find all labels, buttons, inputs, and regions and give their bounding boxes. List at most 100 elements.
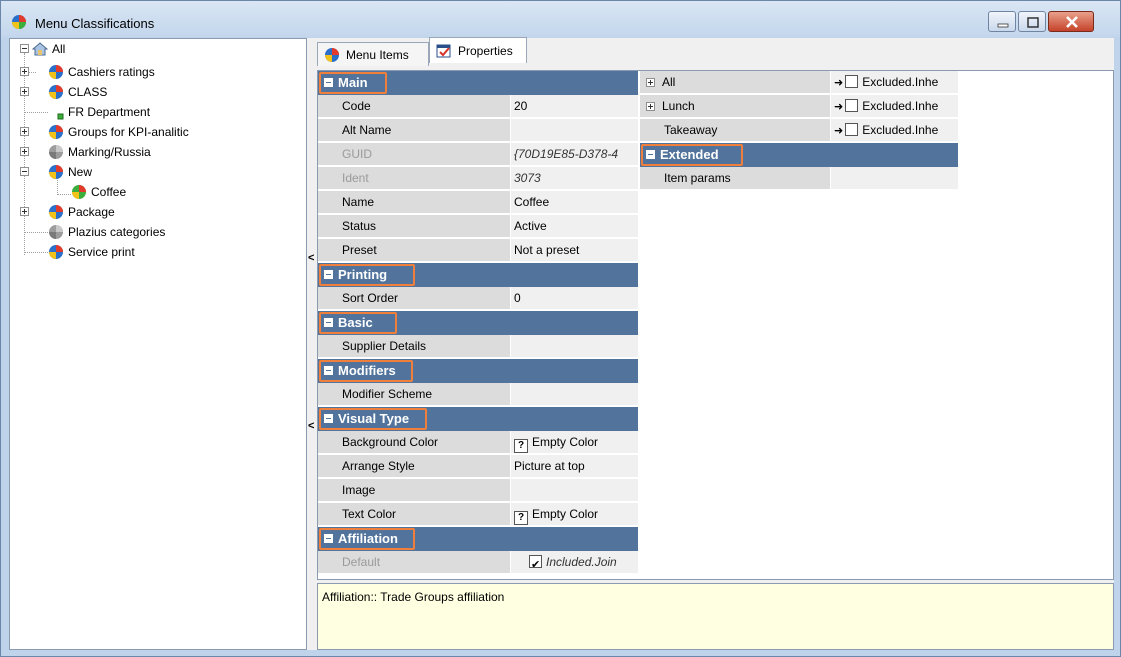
tree-item-service-print[interactable]: Service print <box>48 243 135 261</box>
color-picker-icon[interactable]: ? <box>514 511 528 525</box>
property-value[interactable] <box>510 383 638 406</box>
affiliation-row-all[interactable]: All ➜ Excluded.Inhe <box>640 71 958 95</box>
tree-item-marking-russia[interactable]: Marking/Russia <box>48 143 151 161</box>
highlight-box <box>319 528 415 550</box>
tree-item-label: Groups for KPI-analitic <box>68 125 189 139</box>
tree-expand-cashiers-ratings[interactable] <box>20 67 29 76</box>
property-name: Arrange Style <box>318 455 510 478</box>
expand-icon[interactable] <box>646 102 655 111</box>
property-value[interactable]: Included.Join <box>510 551 638 574</box>
property-value[interactable]: Picture at top <box>510 455 638 478</box>
collapse-left-icon[interactable]: < <box>308 252 314 264</box>
tree-line <box>24 252 48 253</box>
property-ident: Ident 3073 <box>318 167 638 191</box>
tree-expand-marking-russia[interactable] <box>20 147 29 156</box>
property-value[interactable]: ? Empty Color <box>510 431 638 454</box>
tree-expand-class[interactable] <box>20 87 29 96</box>
property-value[interactable] <box>510 335 638 358</box>
category-icon <box>49 245 63 259</box>
category-affiliation[interactable]: Affiliation <box>318 527 638 551</box>
affiliation-row-lunch[interactable]: Lunch ➜ Excluded.Inhe <box>640 95 958 119</box>
category-basic[interactable]: Basic <box>318 311 638 335</box>
home-icon <box>32 42 48 56</box>
property-value[interactable] <box>510 119 638 142</box>
property-name: Code <box>318 95 510 118</box>
tree-item-package[interactable]: Package <box>48 203 115 221</box>
tab-label: Menu Items <box>346 47 409 62</box>
property-item-params[interactable]: Item params <box>640 167 958 191</box>
expand-icon[interactable] <box>646 78 655 87</box>
property-image[interactable]: Image <box>318 479 638 503</box>
tree-item-plazius-categories[interactable]: Plazius categories <box>48 223 165 241</box>
property-value[interactable]: 0 <box>510 287 638 310</box>
excluded-checkbox[interactable] <box>845 123 859 136</box>
property-status[interactable]: Status Active <box>318 215 638 239</box>
color-picker-icon[interactable]: ? <box>514 439 528 453</box>
excluded-checkbox[interactable] <box>845 99 859 112</box>
category-gray-icon <box>49 145 63 159</box>
property-description-panel: Affiliation:: Trade Groups affiliation <box>317 583 1114 650</box>
tree-item-label: FR Department <box>68 105 151 119</box>
property-background-color[interactable]: Background Color ? Empty Color <box>318 431 638 455</box>
property-alt-name[interactable]: Alt Name <box>318 119 638 143</box>
tab-menu-items[interactable]: Menu Items <box>317 42 429 66</box>
property-modifier-scheme[interactable]: Modifier Scheme <box>318 383 638 407</box>
tree-item-label: All <box>52 42 66 56</box>
tab-properties[interactable]: Properties <box>429 37 527 63</box>
property-sort-order[interactable]: Sort Order 0 <box>318 287 638 311</box>
property-name: Modifier Scheme <box>318 383 510 406</box>
category-extended[interactable]: Extended <box>640 143 958 167</box>
tree-item-coffee[interactable]: Coffee <box>71 183 127 201</box>
category-icon <box>49 65 63 79</box>
tree-collapse-all[interactable] <box>20 44 29 53</box>
tree-item-new[interactable]: New <box>48 163 92 181</box>
excluded-checkbox[interactable] <box>845 75 859 88</box>
title-bar[interactable]: Menu Classifications <box>1 1 1120 37</box>
tree-item-all[interactable]: All <box>32 40 65 58</box>
property-name-field[interactable]: Name Coffee <box>318 191 638 215</box>
category-modifiers[interactable]: Modifiers <box>318 359 638 383</box>
color-value: Empty Color <box>532 507 599 521</box>
classification-tree[interactable]: All Cashiers ratings CLASS FR Department <box>9 38 307 650</box>
property-value[interactable] <box>510 479 638 502</box>
tree-item-class[interactable]: CLASS <box>48 83 107 101</box>
client-area: All Cashiers ratings CLASS FR Department <box>9 37 1114 650</box>
tree-item-cashiers-ratings[interactable]: Cashiers ratings <box>48 63 155 81</box>
property-text-color[interactable]: Text Color ? Empty Color <box>318 503 638 527</box>
tree-expand-package[interactable] <box>20 207 29 216</box>
property-value[interactable]: Coffee <box>510 191 638 214</box>
included-checkbox[interactable] <box>529 554 542 573</box>
department-icon <box>57 113 64 120</box>
property-value[interactable]: Not a preset <box>510 239 638 262</box>
category-visual-type[interactable]: Visual Type <box>318 407 638 431</box>
property-value[interactable] <box>830 167 958 190</box>
tree-collapse-new[interactable] <box>20 167 29 176</box>
property-preset[interactable]: Preset Not a preset <box>318 239 638 263</box>
property-value[interactable]: ➜ Excluded.Inhe <box>830 119 958 142</box>
category-main[interactable]: Main <box>318 71 638 95</box>
tree-expand-groups-kpi[interactable] <box>20 127 29 136</box>
panel-splitter[interactable]: < < <box>307 38 315 650</box>
property-supplier-details[interactable]: Supplier Details <box>318 335 638 359</box>
property-value[interactable]: Active <box>510 215 638 238</box>
affiliation-row-takeaway[interactable]: Takeaway ➜ Excluded.Inhe <box>640 119 958 143</box>
property-value[interactable]: ➜ Excluded.Inhe <box>830 71 958 94</box>
property-value[interactable]: 20 <box>510 95 638 118</box>
property-value[interactable]: ? Empty Color <box>510 503 638 526</box>
property-arrange-style[interactable]: Arrange Style Picture at top <box>318 455 638 479</box>
property-default[interactable]: Default Included.Join <box>318 551 638 575</box>
tree-item-groups-kpi[interactable]: Groups for KPI-analitic <box>48 123 189 141</box>
tree-item-label: Coffee <box>91 185 127 199</box>
minimize-button[interactable] <box>988 11 1016 32</box>
close-button[interactable] <box>1048 11 1094 32</box>
maximize-button[interactable] <box>1018 11 1046 32</box>
property-code[interactable]: Code 20 <box>318 95 638 119</box>
property-name: Alt Name <box>318 119 510 142</box>
collapse-left-icon[interactable]: < <box>308 420 314 432</box>
property-value[interactable]: ➜ Excluded.Inhe <box>830 95 958 118</box>
tree-item-fr-department[interactable]: FR Department <box>48 103 150 121</box>
property-grid-panel: Main Code 20 Alt Name GUID {70D19E85-D37… <box>317 70 1114 580</box>
app-icon <box>12 15 26 29</box>
category-printing[interactable]: Printing <box>318 263 638 287</box>
property-name: Preset <box>318 239 510 262</box>
